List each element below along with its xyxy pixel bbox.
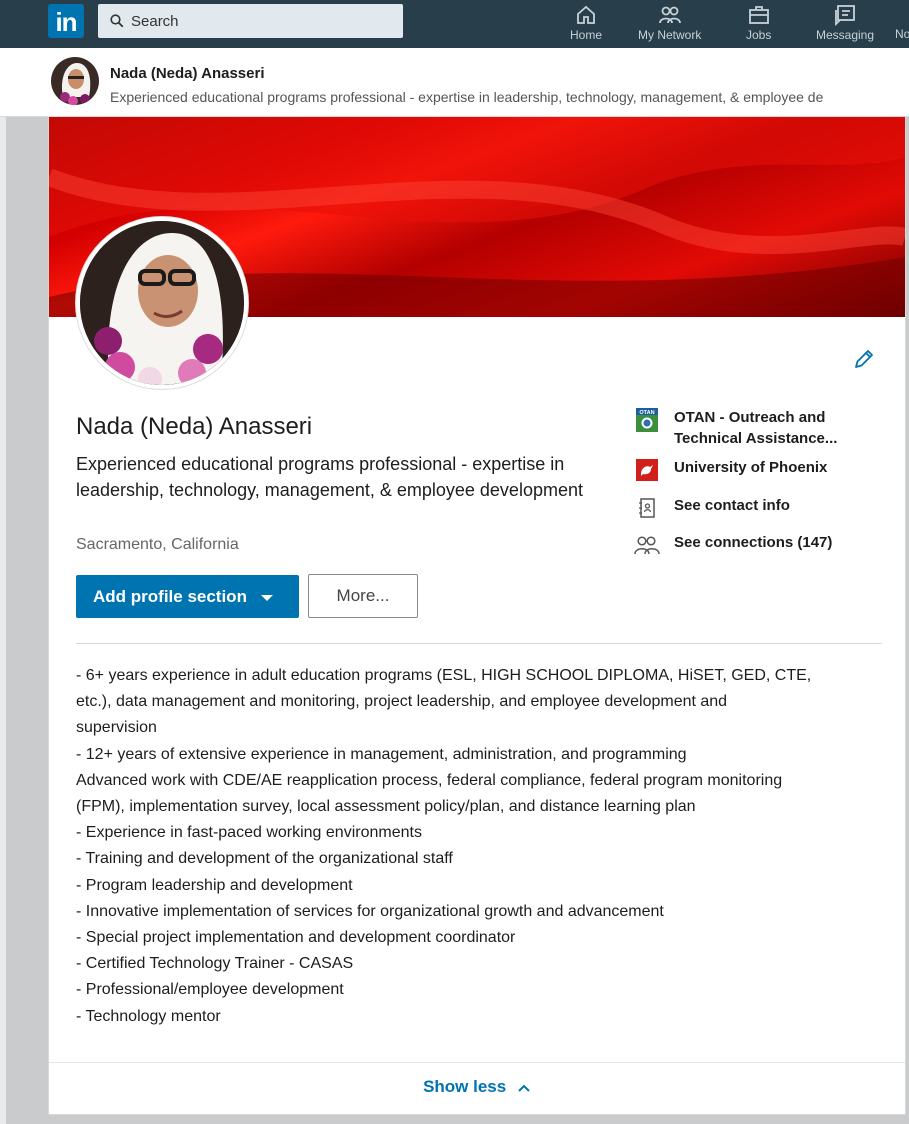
search-placeholder: Search xyxy=(131,12,179,30)
summary-line: - 12+ years of extensive experience in m… xyxy=(76,745,687,763)
nav-my-network[interactable]: My Network xyxy=(638,3,701,45)
profile-summary: - 6+ years experience in adult education… xyxy=(76,663,884,1030)
avatar-image xyxy=(51,57,99,105)
chevron-up-icon xyxy=(518,1084,530,1092)
connections-link[interactable]: See connections (147) xyxy=(634,532,832,558)
profile-location: Sacramento, California xyxy=(76,536,239,553)
nav-notifications-label: No xyxy=(895,27,909,41)
nav-jobs-label: Jobs xyxy=(746,28,772,42)
section-divider xyxy=(76,643,882,644)
summary-line: - Innovative implementation of services … xyxy=(76,902,664,920)
nav-home[interactable]: Home xyxy=(570,3,602,45)
summary-line: - 6+ years experience in adult education… xyxy=(76,667,812,684)
nav-messaging[interactable]: Messaging xyxy=(816,3,874,45)
messaging-icon xyxy=(835,5,855,27)
edit-profile-button[interactable] xyxy=(849,344,879,374)
summary-line: Advanced work with CDE/AE reapplication … xyxy=(76,771,783,789)
summary-line: - Program leadership and development xyxy=(76,876,353,894)
left-gutter xyxy=(0,117,6,1124)
profile-avatar[interactable] xyxy=(76,217,248,389)
summary-line: - Certified Technology Trainer - CASAS xyxy=(76,955,354,973)
nav-jobs[interactable]: Jobs xyxy=(746,3,771,45)
show-less-button[interactable]: Show less xyxy=(49,1077,905,1097)
nav-home-label: Home xyxy=(570,28,603,42)
connections-label: See connections (147) xyxy=(674,534,833,551)
strip-headline: Experienced educational programs profess… xyxy=(110,89,824,105)
summary-line: - Training and development of the organi… xyxy=(76,850,453,868)
sticky-profile-strip: Nada (Neda) Anasseri Experienced educati… xyxy=(0,48,909,117)
summary-line: - Technology mentor xyxy=(76,1007,221,1025)
search-input[interactable]: Search xyxy=(98,4,403,38)
summary-line: etc.), data management and monitoring, p… xyxy=(76,693,728,711)
otan-logo-text: OTAN xyxy=(639,410,654,416)
contact-card-icon xyxy=(634,495,660,521)
profile-photo xyxy=(80,221,244,385)
summary-line: - Special project implementation and dev… xyxy=(76,929,516,947)
caret-down-icon xyxy=(260,595,273,601)
profile-card: Nada (Neda) Anasseri Experienced educati… xyxy=(48,117,906,1115)
education-link[interactable]: University of Phoenix xyxy=(634,457,827,483)
education-label: University of Phoenix xyxy=(674,459,828,476)
search-icon xyxy=(110,14,124,28)
summary-line: - Experience in fast-paced working envir… xyxy=(76,824,422,842)
top-nav-bar: in Search Home My Network Jobs Messaging… xyxy=(0,0,909,48)
show-less-label: Show less xyxy=(423,1077,507,1096)
nav-messaging-label: Messaging xyxy=(816,28,875,42)
summary-line: supervision xyxy=(76,719,157,737)
strip-avatar[interactable] xyxy=(51,57,99,105)
summary-line: (FPM), implementation survey, local asse… xyxy=(76,798,696,816)
contact-info-label: See contact info xyxy=(674,497,790,514)
pencil-icon xyxy=(855,350,873,368)
network-icon xyxy=(658,6,681,24)
current-company-label: OTAN - Outreach and Technical Assistance… xyxy=(674,409,838,447)
current-company-link[interactable]: OTAN OTAN - Outreach and Technical Assis… xyxy=(634,407,874,449)
nav-my-network-label: My Network xyxy=(638,28,702,42)
jobs-icon xyxy=(748,6,769,24)
contact-info-link[interactable]: See contact info xyxy=(634,495,790,521)
connections-icon xyxy=(634,532,660,558)
add-profile-section-label: Add profile section xyxy=(93,586,247,606)
profile-name: Nada (Neda) Anasseri xyxy=(76,413,313,440)
more-button[interactable]: More... xyxy=(308,574,418,618)
summary-line: - Professional/employee development xyxy=(76,981,344,999)
card-footer-divider xyxy=(49,1062,905,1063)
linkedin-logo[interactable]: in xyxy=(48,4,84,38)
home-icon xyxy=(577,5,595,24)
strip-name: Nada (Neda) Anasseri xyxy=(110,65,265,82)
profile-headline: Experienced educational programs profess… xyxy=(76,454,583,500)
otan-logo-icon: OTAN xyxy=(634,407,660,433)
add-profile-section-button[interactable]: Add profile section xyxy=(76,575,299,618)
university-logo-icon xyxy=(634,457,660,483)
